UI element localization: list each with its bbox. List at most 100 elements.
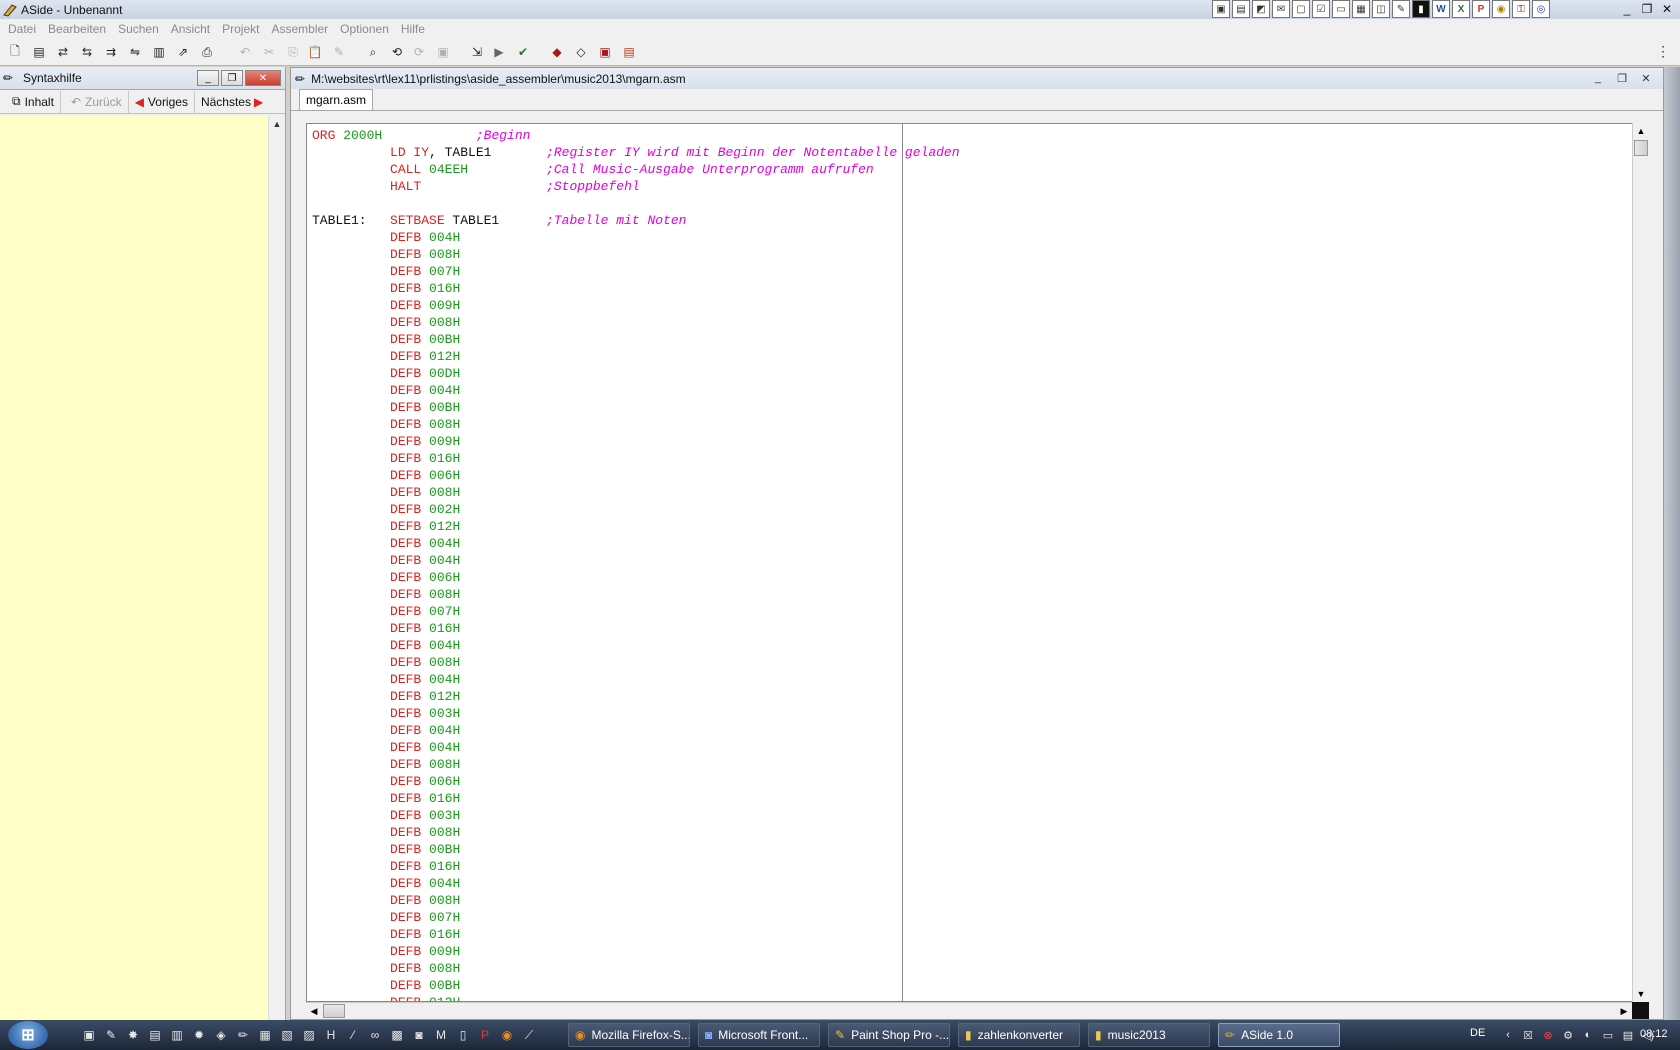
task-zahlenkonverter[interactable]: ▮ zahlenkonverter bbox=[958, 1023, 1080, 1047]
scroll-left-icon[interactable]: ◀ bbox=[306, 1003, 322, 1019]
next-button[interactable]: Nächstes ▶ bbox=[195, 91, 263, 113]
minimize-icon[interactable]: _ bbox=[1618, 1, 1636, 17]
menu-ansicht[interactable]: Ansicht bbox=[165, 22, 216, 36]
quicklaunch-icon[interactable]: M bbox=[432, 1026, 450, 1044]
syntax-help-content[interactable] bbox=[0, 116, 268, 1020]
scroll-right-icon[interactable]: ▶ bbox=[1616, 1003, 1632, 1019]
task-paintshop[interactable]: ✎ Paint Shop Pro -... bbox=[828, 1023, 950, 1047]
quicklaunch-icon[interactable]: ✏ bbox=[234, 1026, 252, 1044]
quicklaunch-icon[interactable]: ▯ bbox=[454, 1026, 472, 1044]
tray-icon[interactable]: ⚙ bbox=[1560, 1026, 1576, 1044]
close-icon[interactable]: ✕ bbox=[1658, 1, 1676, 17]
help-book-icon[interactable]: ▣ bbox=[596, 44, 614, 60]
quicklaunch-icon[interactable]: ▦ bbox=[256, 1026, 274, 1044]
quicklaunch-icon[interactable]: ▮ bbox=[1412, 0, 1430, 18]
restore-icon[interactable]: ❐ bbox=[1638, 1, 1656, 17]
quicklaunch-icon[interactable]: H bbox=[322, 1026, 340, 1044]
quicklaunch-icon[interactable]: ▥ bbox=[168, 1026, 186, 1044]
open-recent-icon[interactable]: ⇉ bbox=[102, 44, 120, 60]
quicklaunch-icon[interactable]: ▭ bbox=[1332, 0, 1350, 18]
menu-datei[interactable]: Datei bbox=[2, 22, 42, 36]
print-icon[interactable]: ⎙ bbox=[198, 44, 216, 60]
back-button[interactable]: ↶ Zurück bbox=[61, 90, 129, 113]
scroll-thumb[interactable] bbox=[1634, 140, 1648, 156]
quicklaunch-icon[interactable]: ◈ bbox=[212, 1026, 230, 1044]
quicklaunch-icon[interactable]: ✸ bbox=[124, 1026, 142, 1044]
quicklaunch-icon[interactable]: ✹ bbox=[190, 1026, 208, 1044]
quicklaunch-icon[interactable]: ⟋ bbox=[520, 1026, 538, 1044]
quicklaunch-icon[interactable]: ✎ bbox=[102, 1026, 120, 1044]
menu-projekt[interactable]: Projekt bbox=[216, 22, 265, 36]
panel-restore-icon[interactable]: ❐ bbox=[221, 70, 243, 86]
panel-close-icon[interactable]: ✕ bbox=[245, 70, 281, 86]
cut-icon[interactable]: ✂ bbox=[260, 44, 278, 60]
menu-assembler[interactable]: Assembler bbox=[265, 22, 334, 36]
task-music2013[interactable]: ▮ music2013 bbox=[1088, 1023, 1210, 1047]
goto-icon[interactable]: ▣ bbox=[434, 44, 452, 60]
find-icon[interactable]: ⌕ bbox=[364, 44, 382, 60]
quicklaunch-icon[interactable]: ▩ bbox=[388, 1026, 406, 1044]
syntax-help-scrollbar[interactable]: ▲ bbox=[268, 116, 285, 1020]
editor-close-icon[interactable]: ✕ bbox=[1637, 71, 1655, 85]
menu-bearbeiten[interactable]: Bearbeiten bbox=[42, 22, 112, 36]
copy-icon[interactable]: ⎘ bbox=[284, 44, 302, 60]
quicklaunch-icon[interactable]: ▢ bbox=[1292, 0, 1310, 18]
export-icon[interactable]: ⇗ bbox=[174, 44, 192, 60]
quicklaunch-icon[interactable]: ◉ bbox=[1492, 0, 1510, 18]
note-icon[interactable]: ✎ bbox=[1392, 0, 1410, 18]
access-icon[interactable]: ⚿ bbox=[1512, 0, 1530, 18]
quicklaunch-icon[interactable]: ∞ bbox=[366, 1026, 384, 1044]
new-file-icon[interactable]: 🗋 bbox=[6, 44, 24, 60]
check-icon[interactable]: ✔ bbox=[514, 44, 532, 60]
powerpoint-icon[interactable]: P bbox=[1472, 0, 1490, 18]
new-document-icon[interactable]: ▤ bbox=[30, 44, 48, 60]
contents-button[interactable]: ⧉ Inhalt bbox=[0, 90, 61, 113]
open-file-icon[interactable]: ⇄ bbox=[54, 44, 72, 60]
task-aside[interactable]: ✏ ASide 1.0 bbox=[1218, 1023, 1340, 1047]
code-vertical-scrollbar[interactable]: ▲ ▼ bbox=[1632, 123, 1649, 1002]
undo-icon[interactable]: ↶ bbox=[236, 44, 254, 60]
find-next-icon[interactable]: ⟳ bbox=[410, 44, 428, 60]
save-file-icon[interactable]: ⇋ bbox=[126, 44, 144, 60]
excel-icon[interactable]: X bbox=[1452, 0, 1470, 18]
network-icon[interactable]: ▤ bbox=[1620, 1026, 1636, 1044]
quicklaunch-icon[interactable]: ◩ bbox=[1252, 0, 1270, 18]
task-frontpage[interactable]: ◙ Microsoft Front... bbox=[698, 1023, 820, 1047]
quicklaunch-icon[interactable]: ◙ bbox=[410, 1026, 428, 1044]
quicklaunch-icon[interactable]: ◫ bbox=[1372, 0, 1390, 18]
task-firefox[interactable]: ◉ Mozilla Firefox-S... bbox=[568, 1023, 690, 1047]
assemble-icon[interactable]: ⇲ bbox=[468, 44, 486, 60]
tray-icon[interactable]: ◐ bbox=[1580, 1026, 1596, 1044]
editor-minimize-icon[interactable]: _ bbox=[1589, 71, 1607, 85]
quicklaunch-icon[interactable]: ▤ bbox=[1232, 0, 1250, 18]
tool-icon[interactable]: ◆ bbox=[548, 44, 566, 60]
help-exit-icon[interactable]: ▤ bbox=[620, 44, 638, 60]
code-editor[interactable]: ORG 2000H ;Beginn LD IY, TABLE1 ;Registe… bbox=[306, 123, 1648, 1002]
paste-icon[interactable]: 📋 bbox=[306, 44, 324, 60]
quicklaunch-icon[interactable]: ◎ bbox=[1532, 0, 1550, 18]
word-icon[interactable]: W bbox=[1432, 0, 1450, 18]
replace-icon[interactable]: ⟲ bbox=[388, 44, 406, 60]
open-project-icon[interactable]: ⇆ bbox=[78, 44, 96, 60]
menu-hilfe[interactable]: Hilfe bbox=[395, 22, 431, 36]
language-indicator[interactable]: DE bbox=[1470, 1027, 1485, 1039]
tray-icon[interactable]: ☒ bbox=[1520, 1026, 1536, 1044]
clock[interactable]: 08:12 bbox=[1640, 1028, 1668, 1040]
show-desktop-icon[interactable]: ▣ bbox=[80, 1026, 98, 1044]
menu-optionen[interactable]: Optionen bbox=[334, 22, 395, 36]
save-all-icon[interactable]: ▥ bbox=[150, 44, 168, 60]
scroll-down-icon[interactable]: ▼ bbox=[1633, 986, 1649, 1002]
run-icon[interactable]: ▶ bbox=[490, 44, 508, 60]
quicklaunch-icon[interactable]: ▤ bbox=[146, 1026, 164, 1044]
toolbar-grip-icon[interactable]: ⋮ bbox=[1656, 43, 1670, 60]
quicklaunch-icon[interactable]: ▨ bbox=[300, 1026, 318, 1044]
edit-icon[interactable]: ✎ bbox=[330, 44, 348, 60]
mail-icon[interactable]: ✉ bbox=[1272, 0, 1290, 18]
quicklaunch-icon[interactable]: ▧ bbox=[278, 1026, 296, 1044]
code-horizontal-scrollbar[interactable]: ◀ ▶ bbox=[306, 1002, 1632, 1019]
tab-mgarn-asm[interactable]: mgarn.asm bbox=[299, 89, 374, 110]
start-button[interactable]: ⊞ bbox=[8, 1021, 48, 1049]
tray-icon[interactable]: ▭ bbox=[1600, 1026, 1616, 1044]
quicklaunch-icon[interactable]: ⁄ bbox=[344, 1026, 362, 1044]
chevron-left-icon[interactable]: ‹ bbox=[1500, 1026, 1516, 1044]
